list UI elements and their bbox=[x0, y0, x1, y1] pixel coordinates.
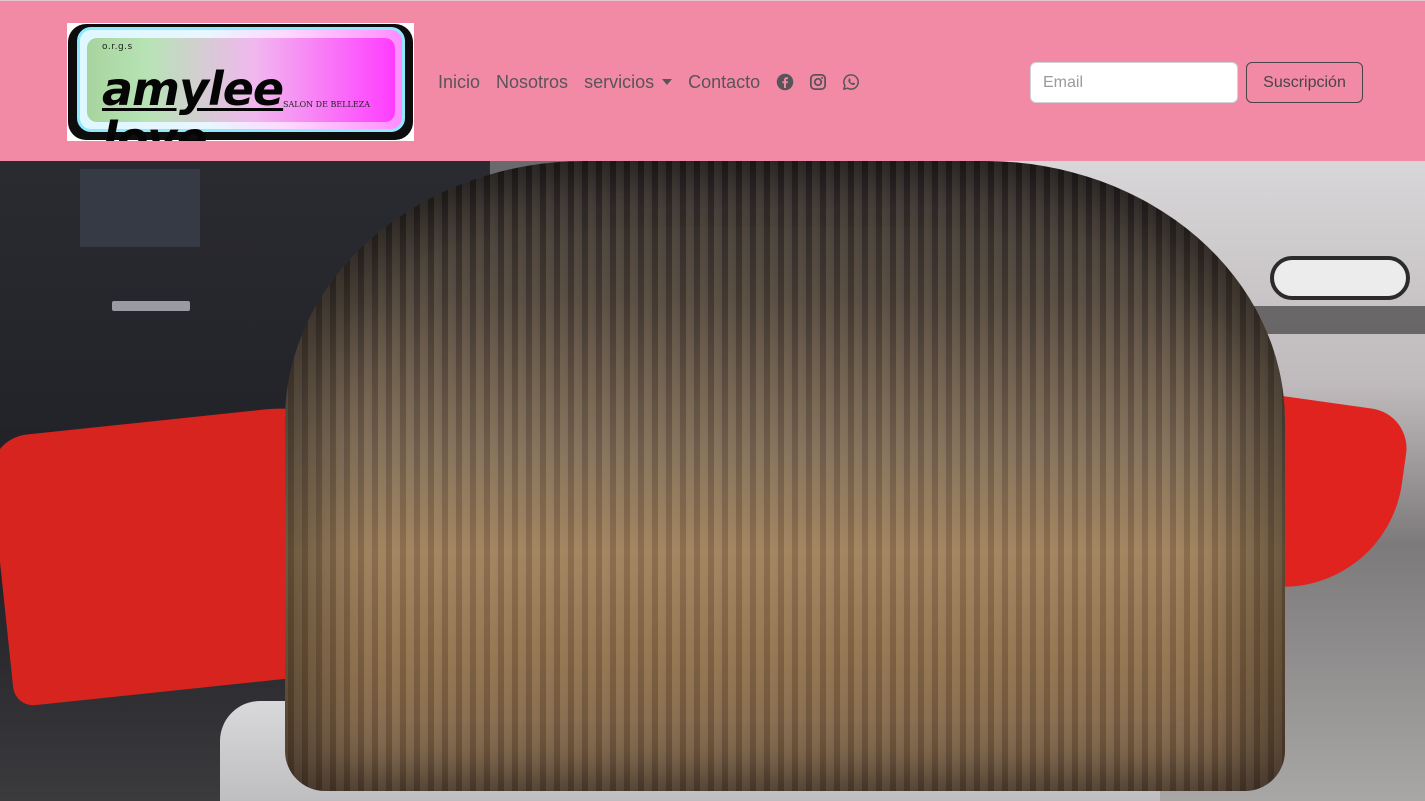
hero-door-handle bbox=[112, 301, 190, 311]
hero-salon-machine bbox=[1270, 256, 1410, 300]
navbar: o.r.g.s amylee love SALON DE BELLEZA Ini… bbox=[0, 0, 1425, 161]
nav-item-servicios-label: servicios bbox=[584, 71, 655, 92]
main-nav: Inicio Nosotros servicios Contacto bbox=[438, 69, 860, 95]
logo-frame: o.r.g.s amylee love SALON DE BELLEZA bbox=[68, 24, 413, 141]
brand-logo[interactable]: o.r.g.s amylee love SALON DE BELLEZA bbox=[67, 23, 414, 141]
hero-image bbox=[0, 161, 1425, 801]
nav-item-servicios[interactable]: servicios bbox=[584, 71, 673, 93]
subscribe-button[interactable]: Suscripción bbox=[1246, 62, 1363, 103]
nav-item-contacto[interactable]: Contacto bbox=[688, 72, 760, 93]
social-links bbox=[776, 73, 860, 91]
chevron-down-icon bbox=[662, 78, 673, 85]
logo-inner: o.r.g.s amylee love SALON DE BELLEZA bbox=[77, 27, 405, 141]
nav-item-inicio[interactable]: Inicio bbox=[438, 72, 480, 93]
facebook-icon[interactable] bbox=[776, 73, 794, 91]
whatsapp-icon[interactable] bbox=[842, 73, 860, 91]
logo-small-text: o.r.g.s bbox=[102, 42, 133, 52]
nav-item-nosotros[interactable]: Nosotros bbox=[496, 72, 568, 93]
logo-subtitle: SALON DE BELLEZA bbox=[283, 100, 370, 109]
hero-door-panel bbox=[80, 169, 200, 247]
hero-hair bbox=[285, 161, 1285, 791]
email-input[interactable] bbox=[1030, 62, 1238, 103]
instagram-icon[interactable] bbox=[809, 73, 827, 91]
